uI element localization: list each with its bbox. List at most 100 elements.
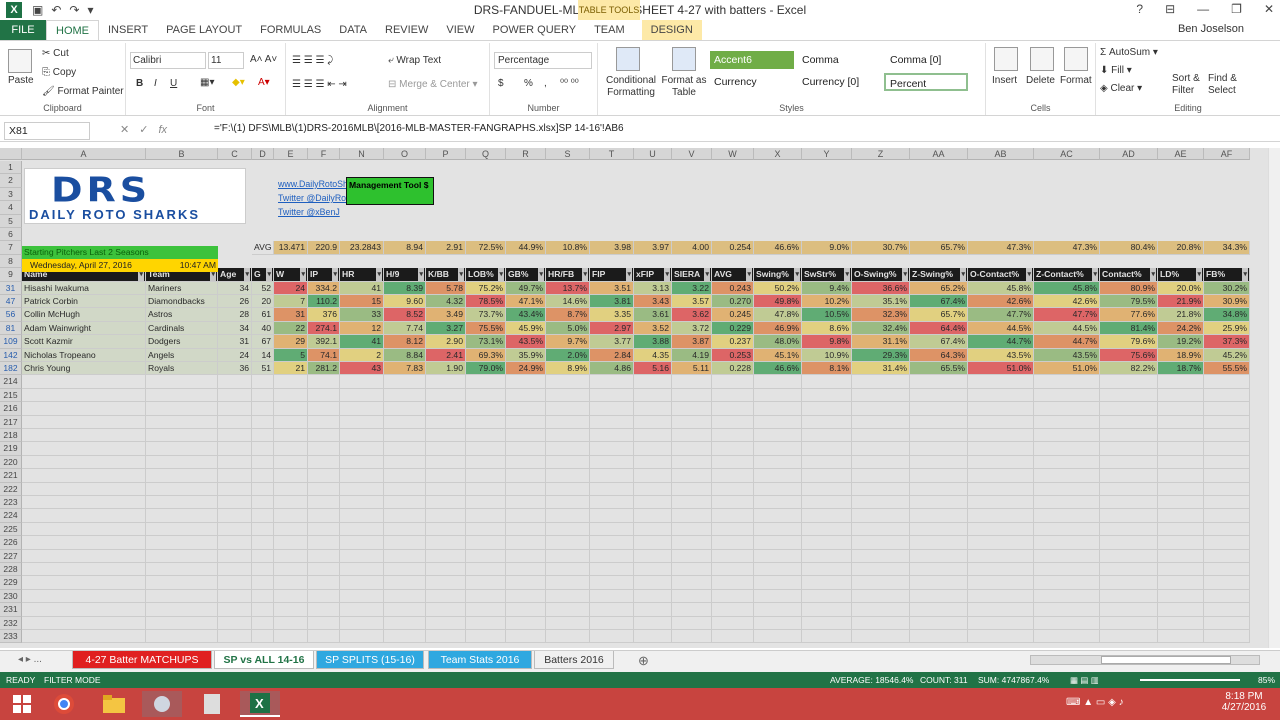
table-row-cell[interactable]: 24 [274, 281, 308, 295]
empty-cell[interactable] [1204, 589, 1250, 604]
empty-cell[interactable] [384, 402, 426, 416]
empty-cell[interactable] [340, 536, 384, 550]
empty-cell[interactable] [308, 576, 340, 590]
empty-cell[interactable] [590, 388, 634, 403]
table-row-cell[interactable]: 50.2% [754, 281, 802, 295]
row-header[interactable]: 230 [0, 589, 22, 604]
filter-dropdown-icon[interactable]: ▾ [844, 268, 850, 281]
empty-cell[interactable] [466, 402, 506, 416]
empty-cell[interactable] [546, 589, 590, 604]
empty-cell[interactable] [426, 549, 466, 563]
table-row-cell[interactable]: 24 [218, 348, 252, 362]
empty-cell[interactable] [968, 616, 1034, 630]
empty-cell[interactable] [308, 415, 340, 429]
table-row-cell[interactable]: 31.4% [852, 362, 910, 376]
empty-cell[interactable] [252, 482, 274, 496]
insert-cells-button[interactable]: Insert [992, 75, 1017, 86]
table-row-cell[interactable]: 4.86 [590, 362, 634, 376]
empty-cell[interactable] [506, 536, 546, 550]
tab-home[interactable]: HOME [46, 20, 99, 40]
empty-cell[interactable] [910, 589, 968, 604]
empty-cell[interactable] [712, 496, 754, 510]
table-row-cell[interactable]: 334.2 [308, 281, 340, 295]
empty-cell[interactable] [590, 630, 634, 644]
empty-cell[interactable] [1158, 415, 1204, 429]
empty-cell[interactable] [218, 388, 252, 403]
table-row-cell[interactable]: 2.84 [590, 348, 634, 362]
empty-cell[interactable] [546, 536, 590, 550]
table-row-cell[interactable]: 51.0% [1034, 362, 1100, 376]
empty-cell[interactable] [852, 616, 910, 630]
table-row-cell[interactable]: 51.0% [968, 362, 1034, 376]
empty-cell[interactable] [590, 415, 634, 429]
table-row-cell[interactable]: 8.39 [384, 281, 426, 295]
empty-cell[interactable] [1204, 536, 1250, 550]
empty-cell[interactable] [1034, 536, 1100, 550]
empty-cell[interactable] [218, 442, 252, 456]
empty-cell[interactable] [308, 536, 340, 550]
empty-cell[interactable] [1034, 616, 1100, 630]
style-currency-0[interactable]: Currency [0] [798, 73, 882, 91]
empty-cell[interactable] [712, 536, 754, 550]
empty-cell[interactable] [754, 509, 802, 523]
format-cells-button[interactable]: Format [1060, 75, 1092, 86]
empty-cell[interactable] [1204, 603, 1250, 617]
empty-cell[interactable] [308, 616, 340, 630]
empty-cell[interactable] [218, 522, 252, 537]
row-header[interactable]: 3 [0, 187, 22, 202]
empty-cell[interactable] [1204, 482, 1250, 496]
table-row-cell[interactable]: 5.11 [672, 362, 712, 376]
empty-cell[interactable] [634, 589, 672, 604]
sheet-tab-batters[interactable]: Batters 2016 [534, 651, 614, 669]
empty-cell[interactable] [146, 509, 218, 523]
table-row-cell[interactable]: 274.1 [308, 321, 340, 336]
table-row-cell[interactable]: 3.77 [590, 335, 634, 349]
empty-cell[interactable] [672, 482, 712, 496]
empty-cell[interactable] [634, 630, 672, 644]
add-sheet-icon[interactable]: ⊕ [638, 653, 649, 669]
empty-cell[interactable] [802, 442, 852, 456]
filter-dropdown-icon[interactable]: ▾ [458, 268, 464, 281]
empty-cell[interactable] [308, 549, 340, 563]
empty-cell[interactable] [712, 576, 754, 590]
table-row-cell[interactable]: 8.1% [802, 362, 852, 376]
empty-cell[interactable] [1034, 509, 1100, 523]
table-header-cell[interactable]: K/BB ▾ [426, 268, 466, 282]
empty-cell[interactable] [466, 576, 506, 590]
empty-cell[interactable] [910, 375, 968, 389]
empty-cell[interactable] [672, 576, 712, 590]
empty-cell[interactable] [146, 482, 218, 496]
empty-cell[interactable] [754, 616, 802, 630]
table-row-cell[interactable]: 0.270 [712, 295, 754, 309]
table-row-cell[interactable]: 3.51 [590, 281, 634, 295]
comma-button[interactable]: , [544, 78, 547, 89]
empty-cell[interactable] [1034, 496, 1100, 510]
table-row-cell[interactable]: 0.245 [712, 308, 754, 322]
row-header[interactable]: 109 [0, 335, 22, 349]
empty-cell[interactable] [1158, 509, 1204, 523]
table-row-cell[interactable]: 47.8% [754, 308, 802, 322]
empty-cell[interactable] [754, 469, 802, 483]
empty-cell[interactable] [274, 616, 308, 630]
empty-cell[interactable] [754, 375, 802, 389]
row-header[interactable]: 224 [0, 509, 22, 523]
empty-cell[interactable] [1158, 576, 1204, 590]
empty-cell[interactable] [218, 563, 252, 577]
empty-cell[interactable] [910, 536, 968, 550]
horizontal-scrollbar[interactable] [1030, 655, 1260, 665]
empty-cell[interactable] [274, 549, 308, 563]
tab-team[interactable]: TEAM [585, 20, 634, 40]
empty-cell[interactable] [712, 563, 754, 577]
empty-cell[interactable] [274, 388, 308, 403]
decimal-icons[interactable]: ⁰⁰ ⁰⁰ [560, 78, 579, 89]
table-row-cell[interactable]: 3.52 [634, 321, 672, 336]
empty-cell[interactable] [754, 455, 802, 470]
sheet-tab-batter-matchups[interactable]: 4-27 Batter MATCHUPS [72, 651, 212, 669]
empty-cell[interactable] [384, 388, 426, 403]
table-row-cell[interactable]: 35.9% [506, 348, 546, 362]
empty-cell[interactable] [1100, 469, 1158, 483]
empty-cell[interactable] [146, 589, 218, 604]
empty-cell[interactable] [146, 442, 218, 456]
table-row-cell[interactable]: 2.41 [426, 348, 466, 362]
empty-cell[interactable] [546, 429, 590, 443]
